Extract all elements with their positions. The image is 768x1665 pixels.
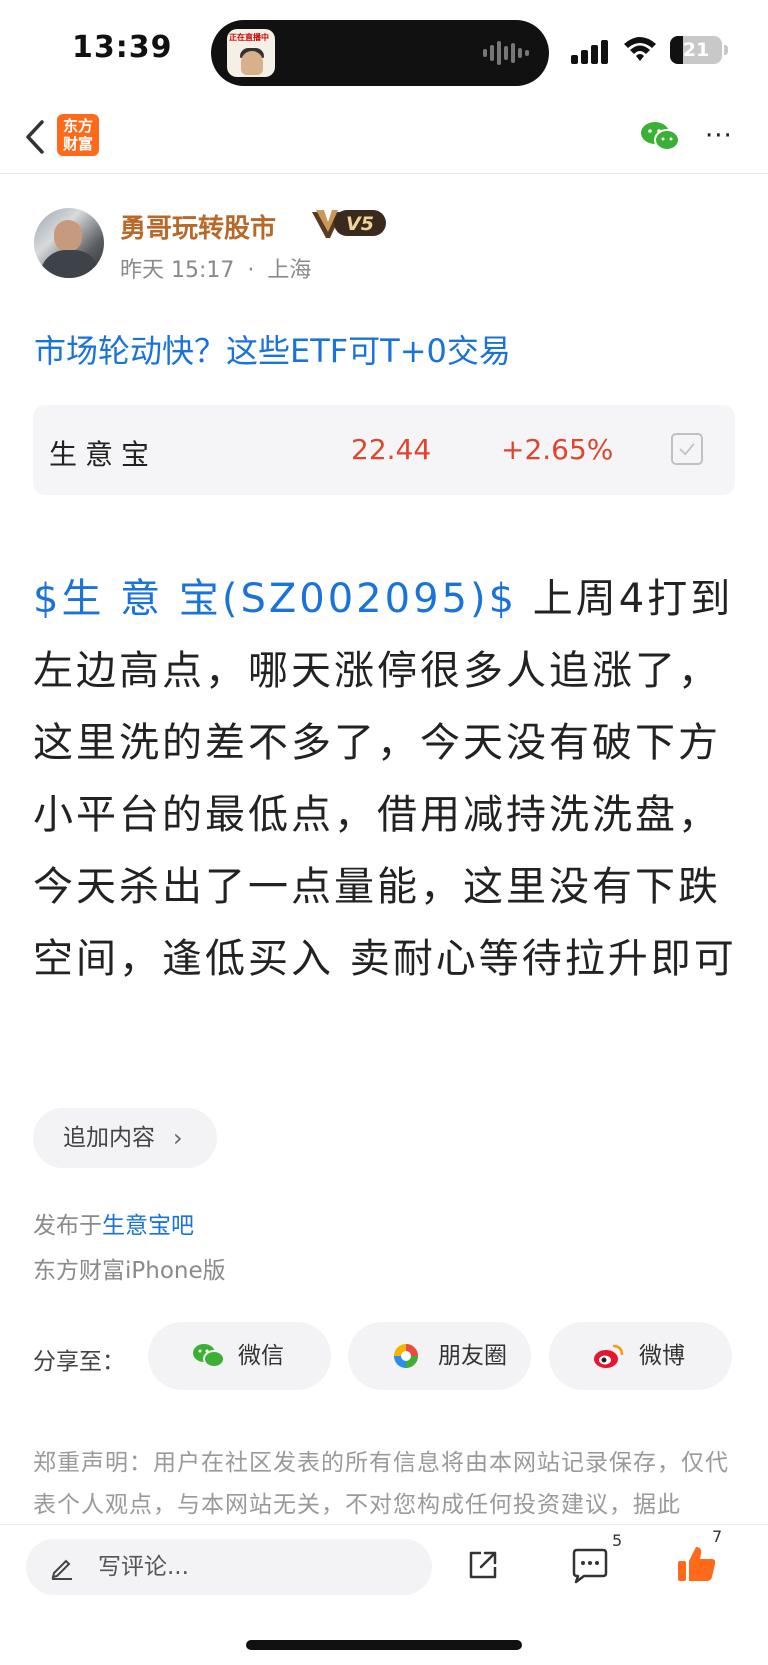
post-client: 东方财富iPhone版 — [33, 1258, 226, 1284]
author-name[interactable]: 勇哥玩转股市 — [120, 208, 276, 245]
share-wechat-button[interactable]: 微信 — [148, 1322, 331, 1390]
share-weibo-label: 微博 — [639, 1343, 685, 1369]
post-content: $生 意 宝(SZ002095)$ 上周4打到左边高点，哪天涨停很多人追涨了，这… — [33, 563, 738, 995]
wechat-icon — [193, 1344, 224, 1368]
moments-icon — [394, 1344, 418, 1368]
stock-price: 22.44 — [351, 433, 432, 466]
vip-level-badge: V5 — [312, 210, 386, 238]
live-thumb-label: 正在直播中 — [229, 33, 269, 42]
share-moments-label: 朋友圈 — [438, 1343, 507, 1369]
vip-level-text: V5 — [346, 213, 374, 235]
eastmoney-logo[interactable]: 东方财富 — [57, 114, 99, 156]
comment-bubble-icon[interactable] — [570, 1547, 610, 1585]
post-location: 上海 — [267, 258, 312, 283]
add-watchlist-checkbox-icon[interactable] — [671, 433, 703, 465]
share-out-icon[interactable] — [465, 1547, 501, 1583]
more-options-button[interactable]: ··· — [705, 123, 741, 149]
cellular-signal-icon — [571, 40, 611, 64]
published-prefix: 发布于 — [33, 1213, 102, 1239]
battery-level: 21 — [682, 39, 710, 61]
back-arrow-icon[interactable] — [22, 118, 52, 156]
home-indicator — [246, 1640, 522, 1650]
chevron-right-icon: › — [173, 1124, 183, 1152]
stock-tag-link[interactable]: $生 意 宝(SZ002095)$ — [33, 576, 517, 622]
stock-name: 生意宝 — [49, 438, 158, 471]
live-stream-thumbnail: 正在直播中 — [227, 29, 275, 77]
nav-bar: 东方财富 ··· — [0, 100, 768, 174]
post-meta: 昨天 15:17 · 上海 — [120, 252, 311, 284]
dynamic-island-live-activity[interactable]: 正在直播中 — [211, 20, 549, 86]
disclaimer-text: 郑重声明：用户在社区发表的所有信息将由本网站记录保存，仅代表个人观点，与本网站无… — [33, 1450, 729, 1518]
share-moments-button[interactable]: 朋友圈 — [348, 1322, 531, 1390]
pencil-icon — [51, 1559, 72, 1580]
author-avatar[interactable] — [34, 208, 104, 278]
comment-count: 5 — [612, 1531, 623, 1550]
post-text: 上周4打到左边高点，哪天涨停很多人追涨了，这里洗的差不多了，今天没有破下方小平台… — [33, 576, 737, 982]
stock-change: +2.65% — [501, 433, 614, 466]
append-content-button[interactable]: 追加内容 › — [33, 1108, 217, 1168]
battery-icon: 21 — [670, 36, 722, 64]
weibo-icon — [594, 1344, 624, 1368]
stock-quote-card[interactable]: 生意宝 22.44 +2.65% — [33, 405, 735, 495]
like-count: 7 — [712, 1527, 723, 1546]
thumbs-up-icon[interactable] — [676, 1543, 718, 1585]
audio-waveform-icon — [483, 40, 529, 66]
published-in: 发布于生意宝吧 — [33, 1206, 194, 1240]
forum-link[interactable]: 生意宝吧 — [102, 1213, 194, 1239]
battery-tip — [724, 45, 728, 55]
status-bar: 13:39 正在直播中 21 — [0, 0, 768, 100]
share-weibo-button[interactable]: 微博 — [549, 1322, 732, 1390]
wechat-share-icon[interactable] — [640, 120, 680, 152]
status-time: 13:39 — [72, 30, 173, 65]
meta-separator: · — [247, 258, 255, 283]
share-wechat-label: 微信 — [238, 1343, 284, 1369]
append-label: 追加内容 — [63, 1125, 155, 1151]
thumb-face — [241, 51, 263, 75]
comment-input[interactable]: 写评论... — [26, 1539, 432, 1595]
comment-placeholder: 写评论... — [98, 1554, 189, 1580]
wifi-icon — [624, 37, 656, 61]
post-time: 昨天 15:17 — [120, 258, 235, 283]
promo-title-link[interactable]: 市场轮动快？这些ETF可T+0交易 — [34, 326, 511, 372]
share-label: 分享至： — [33, 1349, 125, 1375]
